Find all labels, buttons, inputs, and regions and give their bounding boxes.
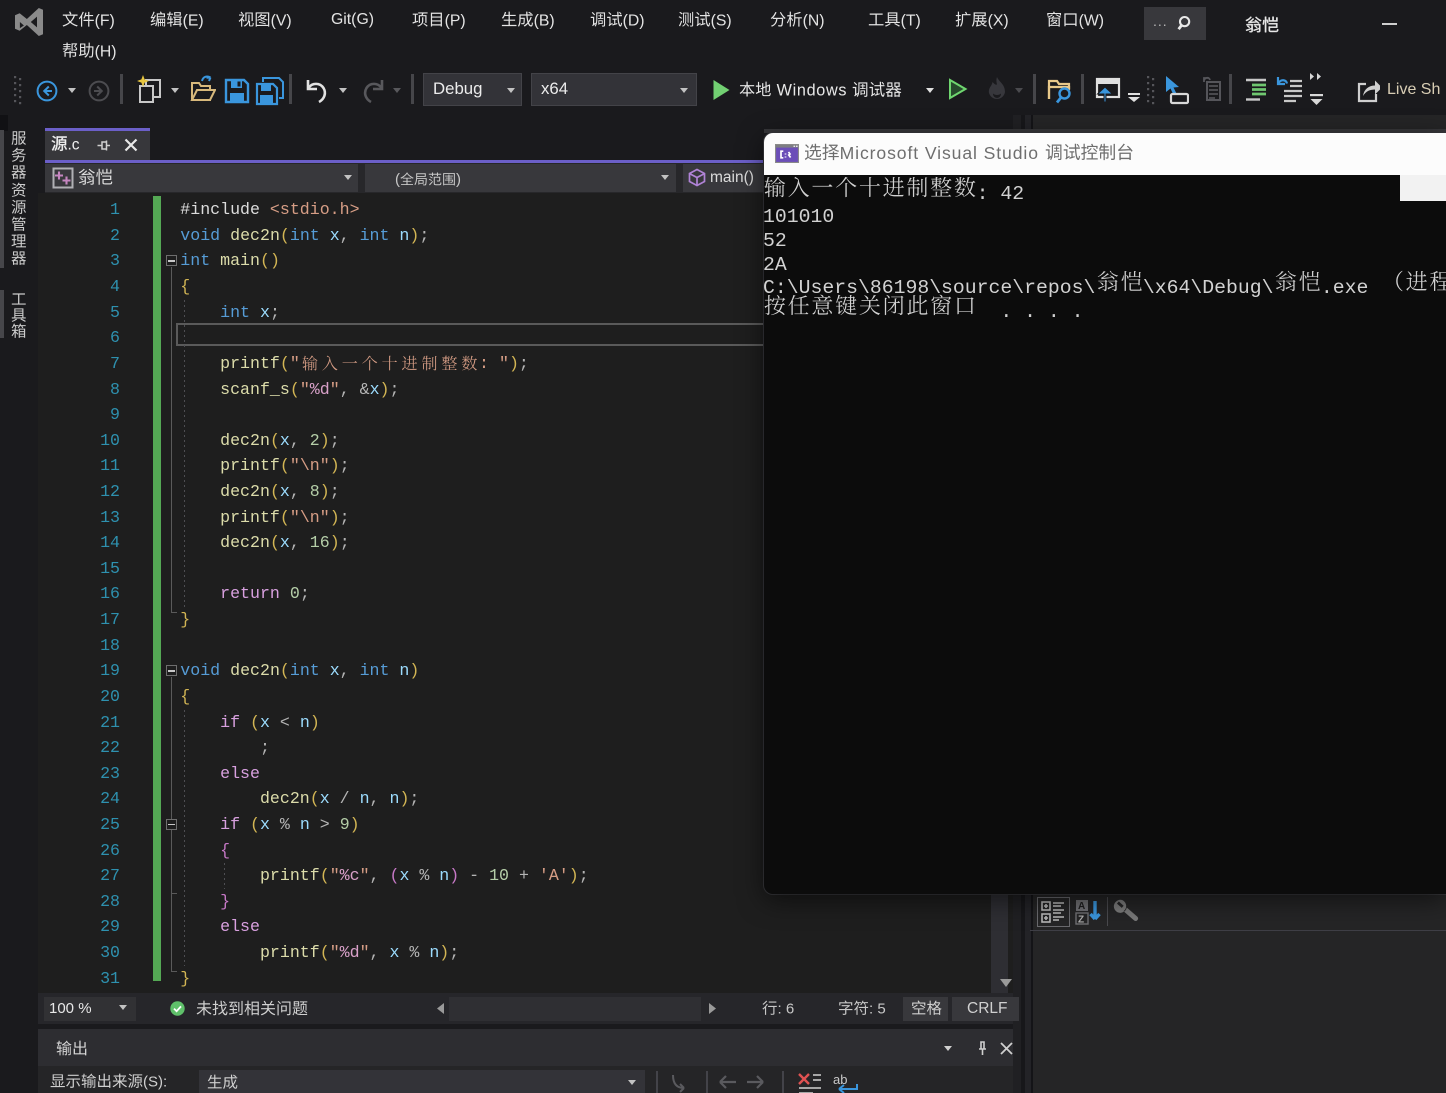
svg-text:A: A bbox=[1078, 901, 1085, 912]
svg-text:ab: ab bbox=[833, 1072, 847, 1087]
svg-text:Z: Z bbox=[1078, 915, 1084, 926]
